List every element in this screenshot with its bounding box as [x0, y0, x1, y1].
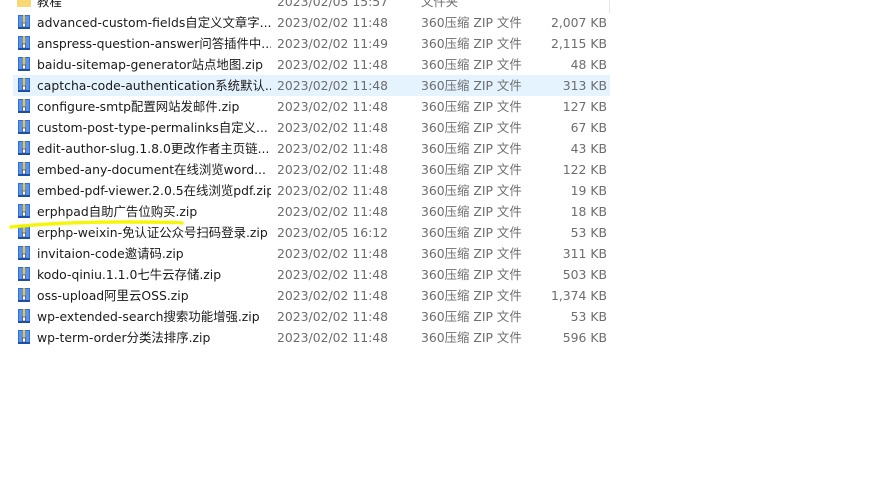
modified-date: 2023/02/02 11:48	[277, 204, 389, 219]
file-row[interactable]: wp-extended-search搜索功能增强.zip 2023/02/02 1…	[13, 306, 610, 327]
file-name: captcha-code-authentication系统默认...	[37, 78, 271, 93]
file-size: 19 KB	[570, 183, 607, 198]
folder-icon	[16, 0, 32, 9]
file-row[interactable]: 教程 2023/02/05 15:57 文件夹	[13, 0, 610, 12]
zip-icon	[16, 77, 32, 93]
modified-date: 2023/02/02 11:48	[277, 120, 389, 135]
file-row[interactable]: configure-smtp配置网站发邮件.zip 2023/02/02 11:4…	[13, 96, 610, 117]
file-row[interactable]: anspress-question-answer问答插件中... 2023/02/…	[13, 33, 610, 54]
file-size: 53 KB	[570, 309, 607, 324]
file-name: erphp-weixin-免认证公众号扫码登录.zip	[37, 225, 268, 240]
zip-icon	[16, 245, 32, 261]
file-size: 2,115 KB	[550, 36, 607, 51]
zip-icon	[16, 98, 32, 114]
file-row[interactable]: baidu-sitemap-generator站点地图.zip 2023/02/0…	[13, 54, 610, 75]
modified-date: 2023/02/02 11:48	[277, 330, 389, 345]
file-name: embed-any-document在线浏览word...	[37, 162, 266, 177]
file-name: baidu-sitemap-generator站点地图.zip	[37, 57, 263, 72]
zip-icon	[16, 182, 32, 198]
file-name: advanced-custom-fields自定义文章字...	[37, 15, 271, 30]
modified-date: 2023/02/02 11:48	[277, 15, 389, 30]
modified-date: 2023/02/02 11:48	[277, 246, 389, 261]
modified-date: 2023/02/02 11:48	[277, 183, 389, 198]
file-size: 18 KB	[570, 204, 607, 219]
file-row[interactable]: invitaion-code邀请码.zip 2023/02/02 11:48 360…	[13, 243, 610, 264]
zip-icon	[16, 203, 32, 219]
file-size: 503 KB	[562, 267, 607, 282]
modified-date: 2023/02/02 11:48	[277, 99, 389, 114]
file-size: 48 KB	[570, 57, 607, 72]
modified-date: 2023/02/05 16:12	[277, 225, 389, 240]
file-row[interactable]: custom-post-type-permalinks自定义... 2023/02…	[13, 117, 610, 138]
file-row[interactable]: advanced-custom-fields自定义文章字... 2023/02/0…	[13, 12, 610, 33]
zip-icon	[16, 266, 32, 282]
file-name: wp-extended-search搜索功能增强.zip	[37, 309, 260, 324]
file-row[interactable]: erphpad自助广告位购买.zip 2023/02/02 11:48 360压缩 …	[13, 201, 610, 222]
file-size	[513, 0, 607, 12]
file-name: custom-post-type-permalinks自定义...	[37, 120, 268, 135]
file-size: 53 KB	[570, 225, 607, 240]
file-size: 311 KB	[562, 246, 607, 261]
file-row[interactable]: kodo-qiniu.1.1.0七牛云存储.zip 2023/02/02 11:4…	[13, 264, 610, 285]
zip-icon	[16, 224, 32, 240]
file-name: oss-upload阿里云OSS.zip	[37, 288, 189, 303]
zip-icon	[16, 140, 32, 156]
file-row[interactable]: oss-upload阿里云OSS.zip 2023/02/02 11:48 360压…	[13, 285, 610, 306]
file-size: 2,007 KB	[550, 15, 607, 30]
file-name: kodo-qiniu.1.1.0七牛云存储.zip	[37, 267, 222, 282]
modified-date: 2023/02/02 11:48	[277, 141, 389, 156]
file-name: edit-author-slug.1.8.0更改作者主页链...	[37, 141, 270, 156]
file-name: embed-pdf-viewer.2.0.5在线浏览pdf.zip	[37, 183, 271, 198]
zip-icon	[16, 14, 32, 30]
file-row[interactable]: wp-term-order分类法排序.zip 2023/02/02 11:48 36…	[13, 327, 610, 348]
file-size: 1,374 KB	[550, 288, 607, 303]
modified-date: 2023/02/02 11:48	[277, 162, 389, 177]
zip-icon	[16, 35, 32, 51]
modified-date: 2023/02/02 11:48	[277, 78, 389, 93]
file-size: 122 KB	[562, 162, 607, 177]
file-name: configure-smtp配置网站发邮件.zip	[37, 99, 240, 114]
file-row[interactable]: edit-author-slug.1.8.0更改作者主页链... 2023/02/…	[13, 138, 610, 159]
file-row[interactable]: captcha-code-authentication系统默认... 2023/0…	[13, 75, 610, 96]
modified-date: 2023/02/02 11:48	[277, 309, 389, 324]
zip-icon	[16, 308, 32, 324]
modified-date: 2023/02/02 11:48	[277, 267, 389, 282]
file-name: wp-term-order分类法排序.zip	[37, 330, 211, 345]
zip-icon	[16, 56, 32, 72]
file-size: 313 KB	[562, 78, 607, 93]
modified-date: 2023/02/05 15:57	[277, 0, 389, 9]
zip-icon	[16, 161, 32, 177]
file-size: 67 KB	[570, 120, 607, 135]
file-name: erphpad自助广告位购买.zip	[37, 204, 198, 219]
zip-icon	[16, 119, 32, 135]
zip-icon	[16, 329, 32, 345]
file-size: 43 KB	[570, 141, 607, 156]
file-size: 127 KB	[562, 99, 607, 114]
file-row[interactable]: erphp-weixin-免认证公众号扫码登录.zip 2023/02/05 16…	[13, 222, 610, 243]
modified-date: 2023/02/02 11:49	[277, 36, 389, 51]
file-size: 596 KB	[562, 330, 607, 345]
file-list: 教程 2023/02/05 15:57 文件夹 advanced-custom-fie…	[0, 0, 896, 487]
file-row[interactable]: embed-pdf-viewer.2.0.5在线浏览pdf.zip 2023/02…	[13, 180, 610, 201]
file-row[interactable]: embed-any-document在线浏览word... 2023/02/02 …	[13, 159, 610, 180]
modified-date: 2023/02/02 11:48	[277, 57, 389, 72]
modified-date: 2023/02/02 11:48	[277, 288, 389, 303]
file-name: 教程	[37, 0, 62, 9]
file-name: invitaion-code邀请码.zip	[37, 246, 184, 261]
file-name: anspress-question-answer问答插件中...	[37, 36, 271, 51]
zip-icon	[16, 287, 32, 303]
